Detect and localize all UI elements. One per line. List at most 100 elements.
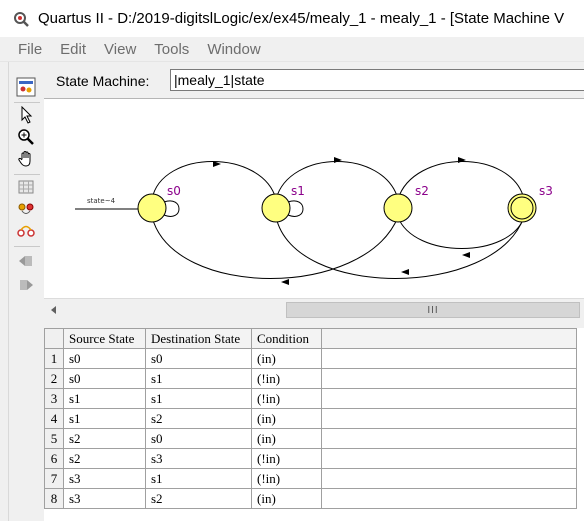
pointer-icon[interactable] xyxy=(14,104,38,126)
undo-icon[interactable] xyxy=(14,250,38,272)
empty-cell xyxy=(321,488,577,509)
toolbar-separator xyxy=(14,102,40,103)
scroll-thumb-grip: III xyxy=(427,304,439,316)
state-machine-label: State Machine: xyxy=(56,73,150,89)
table-row[interactable]: 6 s2 s3 (!in) xyxy=(44,448,577,469)
row-number: 7 xyxy=(44,468,64,489)
menu-window[interactable]: Window xyxy=(198,41,269,58)
source-state-cell[interactable]: s3 xyxy=(63,488,146,509)
arrow-head xyxy=(462,252,470,258)
state-label-s1: s1 xyxy=(291,184,305,198)
table-row[interactable]: 7 s3 s1 (!in) xyxy=(44,468,577,489)
row-number: 3 xyxy=(44,388,64,409)
condition-cell[interactable]: (in) xyxy=(251,348,322,369)
scroll-thumb[interactable]: III xyxy=(286,302,580,318)
empty-cell xyxy=(321,348,577,369)
source-state-cell[interactable]: s3 xyxy=(63,468,146,489)
menu-bar: File Edit View Tools Window xyxy=(0,37,584,62)
state-machine-selector-row: State Machine: |mealy_1|state xyxy=(44,62,584,98)
toolbar-separator xyxy=(14,174,40,175)
empty-cell xyxy=(321,408,577,429)
menu-edit[interactable]: Edit xyxy=(51,41,95,58)
scroll-left-arrow-icon[interactable] xyxy=(48,303,60,317)
menu-tools[interactable]: Tools xyxy=(145,41,198,58)
title-bar: Quartus II - D:/2019-digitslLogic/ex/ex4… xyxy=(0,0,584,37)
state-tool-icon[interactable] xyxy=(14,198,38,220)
horizontal-scrollbar[interactable]: III xyxy=(44,298,584,321)
state-s1[interactable] xyxy=(261,193,291,223)
source-state-cell[interactable]: s0 xyxy=(63,368,146,389)
transition-s2-s0[interactable] xyxy=(151,216,399,279)
arrow-head xyxy=(401,269,409,275)
column-header-destination[interactable]: Destination State xyxy=(145,328,252,349)
source-state-cell[interactable]: s2 xyxy=(63,428,146,449)
table-row[interactable]: 8 s3 s2 (in) xyxy=(44,488,577,509)
column-header-source[interactable]: Source State xyxy=(63,328,146,349)
row-number-header xyxy=(44,328,64,349)
condition-cell[interactable]: (!in) xyxy=(251,448,322,469)
condition-cell[interactable]: (in) xyxy=(251,408,322,429)
pane-splitter[interactable] xyxy=(44,320,584,328)
table-row[interactable]: 5 s2 s0 (in) xyxy=(44,428,577,449)
menu-view[interactable]: View xyxy=(95,41,145,58)
table-row[interactable]: 4 s1 s2 (in) xyxy=(44,408,577,429)
state-s2[interactable] xyxy=(383,193,413,223)
destination-state-cell[interactable]: s3 xyxy=(145,448,252,469)
row-number: 8 xyxy=(44,488,64,509)
state-machine-icon[interactable] xyxy=(14,76,38,98)
destination-state-cell[interactable]: s1 xyxy=(145,468,252,489)
table-header-row: Source State Destination State Condition xyxy=(44,328,577,349)
empty-cell xyxy=(321,388,577,409)
condition-cell[interactable]: (!in) xyxy=(251,388,322,409)
column-header-condition[interactable]: Condition xyxy=(251,328,322,349)
destination-state-cell[interactable]: s1 xyxy=(145,368,252,389)
destination-state-cell[interactable]: s1 xyxy=(145,388,252,409)
state-s3[interactable] xyxy=(507,193,537,223)
destination-state-cell[interactable]: s2 xyxy=(145,408,252,429)
empty-cell xyxy=(321,428,577,449)
arrow-head xyxy=(458,157,466,163)
redo-icon[interactable] xyxy=(14,274,38,296)
table-row[interactable]: 1 s0 s0 (in) xyxy=(44,348,577,369)
row-number: 4 xyxy=(44,408,64,429)
state-machine-field[interactable]: |mealy_1|state xyxy=(170,69,584,91)
source-state-cell[interactable]: s1 xyxy=(63,408,146,429)
quartus-app-icon[interactable] xyxy=(12,10,30,28)
row-number: 2 xyxy=(44,368,64,389)
transition-table-panel: Source State Destination State Condition… xyxy=(44,328,584,521)
transition-tool-icon[interactable] xyxy=(14,220,38,242)
row-number: 1 xyxy=(44,348,64,369)
source-state-cell[interactable]: s1 xyxy=(63,388,146,409)
arrow-head xyxy=(281,279,289,285)
state-label-s3: s3 xyxy=(539,184,553,198)
menu-file[interactable]: File xyxy=(0,41,51,58)
condition-cell[interactable]: (!in) xyxy=(251,468,322,489)
table-row[interactable]: 3 s1 s1 (!in) xyxy=(44,388,577,409)
destination-state-cell[interactable]: s2 xyxy=(145,488,252,509)
toolbar-edge xyxy=(8,62,9,521)
column-header-empty xyxy=(321,328,577,349)
source-state-cell[interactable]: s0 xyxy=(63,348,146,369)
window-title: Quartus II - D:/2019-digitslLogic/ex/ex4… xyxy=(38,10,565,27)
state-diagram: state~4 s0 s1 s2 s3 xyxy=(44,98,584,299)
hand-icon[interactable] xyxy=(14,148,38,170)
input-label: state~4 xyxy=(87,197,116,205)
grid-icon[interactable] xyxy=(14,176,38,198)
arrow-head xyxy=(334,157,342,163)
transition-s3-s1[interactable] xyxy=(275,216,525,279)
zoom-icon[interactable] xyxy=(14,126,38,148)
state-label-s0: s0 xyxy=(167,184,181,198)
condition-cell[interactable]: (!in) xyxy=(251,368,322,389)
destination-state-cell[interactable]: s0 xyxy=(145,428,252,449)
empty-cell xyxy=(321,468,577,489)
row-number: 6 xyxy=(44,448,64,469)
source-state-cell[interactable]: s2 xyxy=(63,448,146,469)
transition-table: Source State Destination State Condition… xyxy=(44,328,577,509)
empty-cell xyxy=(321,448,577,469)
condition-cell[interactable]: (in) xyxy=(251,488,322,509)
state-s0[interactable] xyxy=(137,193,167,223)
left-toolbar xyxy=(0,62,44,521)
condition-cell[interactable]: (in) xyxy=(251,428,322,449)
destination-state-cell[interactable]: s0 xyxy=(145,348,252,369)
table-row[interactable]: 2 s0 s1 (!in) xyxy=(44,368,577,389)
